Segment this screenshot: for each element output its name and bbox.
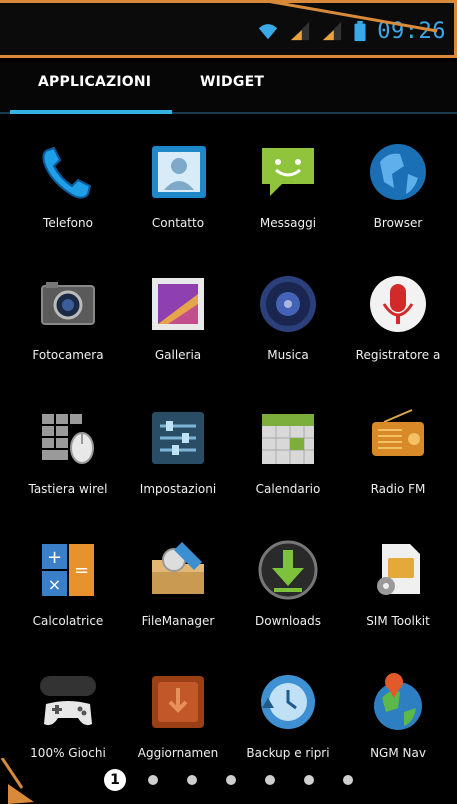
backup-icon <box>254 668 322 736</box>
sim-toolkit-icon <box>364 536 432 604</box>
app-label: Calcolatrice <box>32 614 104 628</box>
page-dot[interactable] <box>148 775 158 785</box>
app-label: Registratore a <box>355 348 441 362</box>
status-icons: 09:26 <box>257 15 446 47</box>
settings-icon <box>144 404 212 472</box>
app-radio-fm[interactable]: Radio FM <box>342 398 454 518</box>
recorder-icon <box>364 270 432 338</box>
app-label: Aggiornamen <box>137 746 219 760</box>
music-icon <box>254 270 322 338</box>
update-icon <box>144 668 212 736</box>
messages-icon <box>254 138 322 206</box>
phone-icon <box>34 138 102 206</box>
app-label: Galleria <box>154 348 202 362</box>
app-label: Tastiera wirel <box>28 482 108 496</box>
file-manager-icon <box>144 536 212 604</box>
tab-widget[interactable]: WIDGET <box>200 74 264 90</box>
app-calcolatrice[interactable]: + × = Calcolatrice <box>12 530 124 650</box>
app-browser[interactable]: Browser <box>342 132 454 252</box>
app-label: Messaggi <box>259 216 317 230</box>
annotation-arrow <box>0 758 34 804</box>
app-downloads[interactable]: Downloads <box>232 530 344 650</box>
battery-icon <box>354 20 366 42</box>
page-dot[interactable] <box>187 775 197 785</box>
app-label: Musica <box>267 348 309 362</box>
page-dot[interactable] <box>343 775 353 785</box>
app-label: NGM Nav <box>370 746 426 760</box>
app-sim-toolkit[interactable]: SIM Toolkit <box>342 530 454 650</box>
app-label: Impostazioni <box>139 482 217 496</box>
wifi-icon <box>259 24 278 40</box>
page-dot[interactable] <box>265 775 275 785</box>
app-aggiornamenti[interactable]: Aggiornamen <box>122 662 234 782</box>
app-calendario[interactable]: Calendario <box>232 398 344 518</box>
app-label: Contatto <box>151 216 205 230</box>
app-backup[interactable]: Backup e ripri <box>232 662 344 782</box>
svg-text:=: = <box>74 560 89 581</box>
app-label: Radio FM <box>370 482 426 496</box>
tab-active-indicator <box>10 110 172 114</box>
app-label: Browser <box>373 216 423 230</box>
svg-text:×: × <box>48 575 61 594</box>
app-grid: Telefono Contatto Messaggi Browser Fotoc… <box>0 132 457 762</box>
app-label: SIM Toolkit <box>366 614 430 628</box>
status-bar: 09:26 <box>0 0 457 58</box>
app-galleria[interactable]: Galleria <box>122 264 234 384</box>
app-label: FileManager <box>141 614 215 628</box>
app-contatto[interactable]: Contatto <box>122 132 234 252</box>
app-label: Downloads <box>255 614 321 628</box>
app-impostazioni[interactable]: Impostazioni <box>122 398 234 518</box>
page-dot[interactable] <box>226 775 236 785</box>
downloads-icon <box>254 536 322 604</box>
page-dot[interactable] <box>304 775 314 785</box>
tab-applicazioni[interactable]: APPLICAZIONI <box>38 74 151 90</box>
signal-icon <box>291 21 310 41</box>
contacts-icon <box>144 138 212 206</box>
camera-icon <box>34 270 102 338</box>
page-indicator: 1 <box>0 766 457 796</box>
app-fotocamera[interactable]: Fotocamera <box>12 264 124 384</box>
svg-text:+: + <box>47 547 62 568</box>
app-messaggi[interactable]: Messaggi <box>232 132 344 252</box>
app-musica[interactable]: Musica <box>232 264 344 384</box>
page-indicator-current[interactable]: 1 <box>104 769 126 791</box>
app-label: Backup e ripri <box>246 746 330 760</box>
tab-bar: APPLICAZIONI WIDGET <box>0 62 457 114</box>
navigation-icon <box>364 668 432 736</box>
calculator-icon: + × = <box>34 536 102 604</box>
app-tastiera[interactable]: Tastiera wirel <box>12 398 124 518</box>
keyboard-icon <box>34 404 102 472</box>
app-filemanager[interactable]: FileManager <box>122 530 234 650</box>
app-ngm-nav[interactable]: NGM Nav <box>342 662 454 782</box>
signal-icon <box>323 21 342 41</box>
radio-icon <box>364 404 432 472</box>
games-icon <box>34 668 102 736</box>
calendar-icon <box>254 404 322 472</box>
app-label: Fotocamera <box>32 348 104 362</box>
app-registratore[interactable]: Registratore a <box>342 264 454 384</box>
app-telefono[interactable]: Telefono <box>12 132 124 252</box>
app-label: Calendario <box>255 482 321 496</box>
gallery-icon <box>144 270 212 338</box>
browser-icon <box>364 138 432 206</box>
app-label: Telefono <box>43 216 93 230</box>
